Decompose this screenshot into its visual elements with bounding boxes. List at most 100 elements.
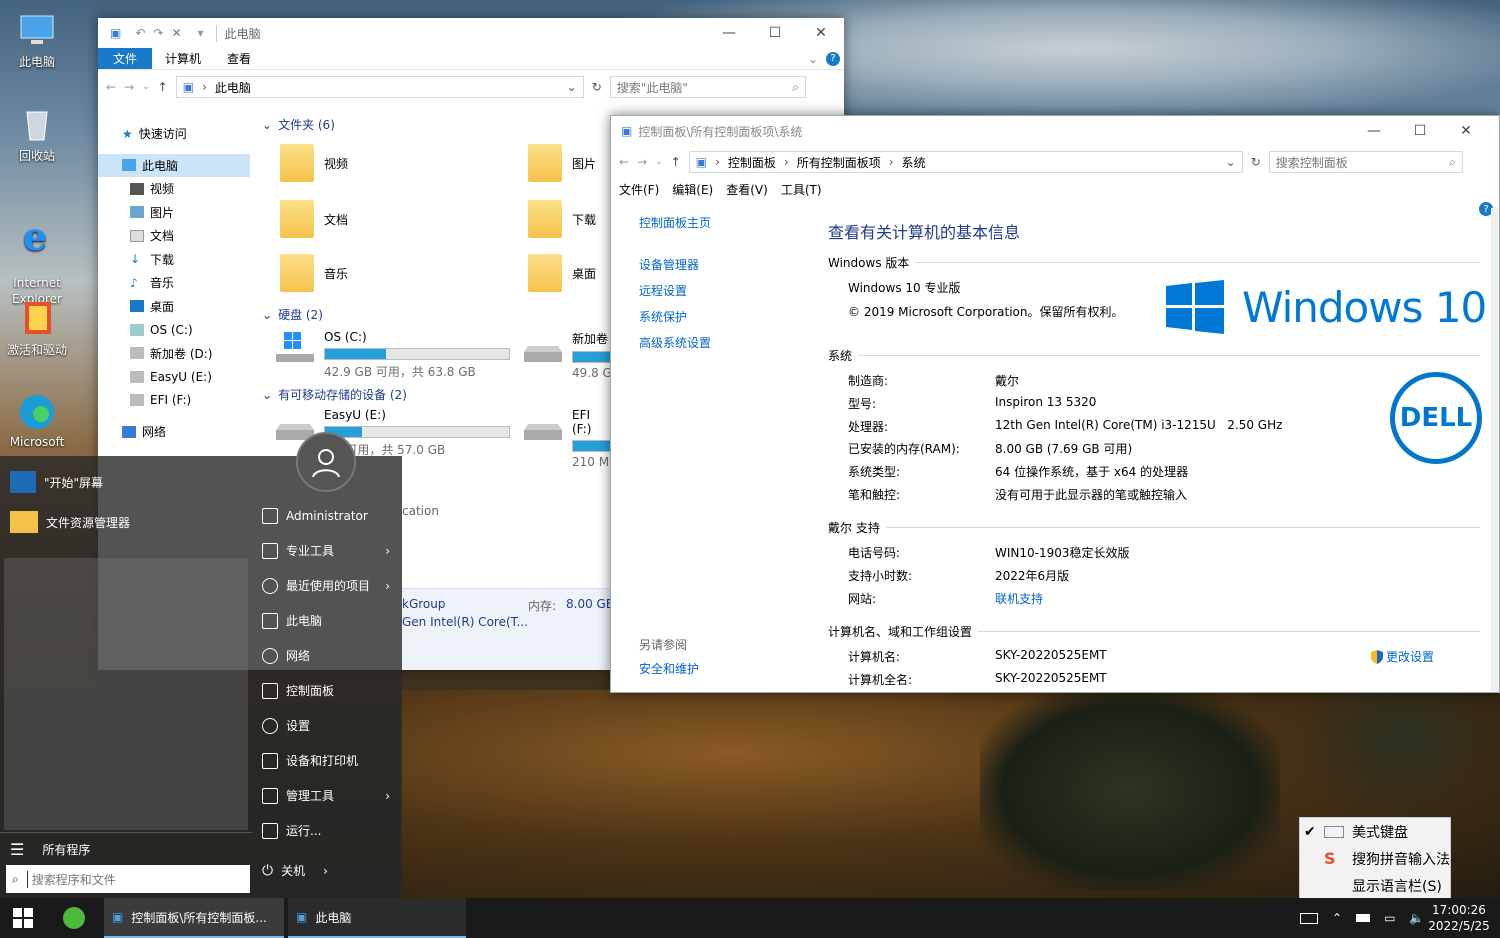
forward-icon[interactable]: → bbox=[124, 80, 134, 94]
nav-network[interactable]: 网络 bbox=[98, 420, 250, 444]
change-settings-link[interactable]: 更改设置 bbox=[1370, 648, 1434, 665]
forward-icon[interactable]: → bbox=[637, 155, 647, 169]
nav-item-drive-f[interactable]: EFI (F:) bbox=[98, 389, 250, 413]
delete-icon[interactable]: ✕ bbox=[171, 26, 181, 40]
link-cp-home[interactable]: 控制面板主页 bbox=[639, 214, 711, 231]
ime-item-language-bar[interactable]: 显示语言栏(S) bbox=[1300, 872, 1450, 899]
tab-view[interactable]: 查看 bbox=[214, 48, 264, 69]
redo-icon[interactable]: ↷ bbox=[153, 26, 163, 40]
nav-quick-access[interactable]: ★ 快速访问 bbox=[98, 122, 250, 146]
link-system-protection[interactable]: 系统保护 bbox=[639, 308, 711, 325]
tab-file[interactable]: 文件 bbox=[98, 48, 152, 69]
taskbar-360-icon[interactable] bbox=[58, 898, 90, 938]
start-item-recent[interactable]: 最近使用的项目 › bbox=[252, 568, 402, 603]
close-button[interactable]: ✕ bbox=[1443, 116, 1489, 146]
clock[interactable]: 17:00:26 2022/5/25 bbox=[1422, 898, 1496, 938]
group-folders[interactable]: ⌄ 文件夹 (6) bbox=[262, 116, 335, 133]
back-icon[interactable]: ← bbox=[619, 155, 629, 169]
drive-f[interactable]: EFI (F:) 210 M bbox=[522, 408, 612, 469]
refresh-icon[interactable]: ↻ bbox=[592, 80, 602, 94]
link-online-support[interactable]: 联机支持 bbox=[995, 590, 1043, 607]
up-icon[interactable]: ↑ bbox=[671, 155, 681, 169]
start-item-settings[interactable]: 设置 bbox=[252, 708, 402, 743]
folder-pictures[interactable]: 图片 bbox=[528, 144, 596, 182]
network-tray-icon[interactable]: ▭ bbox=[1384, 911, 1395, 925]
link-device-manager[interactable]: 设备管理器 bbox=[639, 256, 711, 273]
start-item-file-explorer[interactable]: 文件资源管理器 bbox=[0, 502, 252, 542]
group-disks[interactable]: ⌄ 硬盘 (2) bbox=[262, 306, 323, 323]
drive-d[interactable]: 新加卷 49.8 G bbox=[522, 330, 612, 380]
cp-address-bar[interactable]: ▣ › 控制面板 › 所有控制面板项 › 系统 ⌄ bbox=[688, 151, 1243, 173]
link-remote-settings[interactable]: 远程设置 bbox=[639, 282, 711, 299]
address-bar[interactable]: ▣ › 此电脑 ⌄ bbox=[175, 76, 584, 98]
desktop-icon-activate[interactable]: 激活和驱动 bbox=[4, 298, 70, 358]
start-item-admin-tools[interactable]: 管理工具 › bbox=[252, 778, 402, 813]
start-item-devices-printers[interactable]: 设备和打印机 bbox=[252, 743, 402, 778]
nav-item-drive-c[interactable]: OS (C:) bbox=[98, 318, 250, 342]
nav-this-pc[interactable]: 此电脑 bbox=[98, 153, 250, 177]
help-icon[interactable]: ? bbox=[826, 51, 840, 66]
link-security-maintenance[interactable]: 安全和维护 bbox=[639, 660, 699, 677]
start-item-run[interactable]: 运行... bbox=[252, 813, 402, 848]
breadcrumb-item[interactable]: 控制面板 bbox=[728, 154, 776, 171]
battery-icon[interactable] bbox=[1356, 914, 1371, 922]
start-item-this-pc[interactable]: 此电脑 bbox=[252, 603, 402, 638]
search-input[interactable]: 搜索"此电脑" ⌕ bbox=[609, 76, 806, 98]
close-button[interactable]: ✕ bbox=[798, 18, 844, 48]
nav-item-drive-e[interactable]: EasyU (E:) bbox=[98, 365, 250, 389]
menu-file[interactable]: 文件(F) bbox=[619, 181, 659, 198]
recent-dropdown-icon[interactable]: ⌄ bbox=[655, 157, 663, 167]
taskbar-control-panel[interactable]: ▣ 控制面板\所有控制面板... bbox=[104, 898, 284, 938]
breadcrumb-item[interactable]: 系统 bbox=[902, 154, 926, 171]
nav-item-documents[interactable]: 文档 bbox=[98, 224, 250, 248]
folder-music[interactable]: 音乐 bbox=[280, 254, 348, 292]
folder-desktop[interactable]: 桌面 bbox=[528, 254, 596, 292]
start-user-name[interactable]: Administrator bbox=[252, 498, 402, 533]
menu-edit[interactable]: 编辑(E) bbox=[672, 181, 713, 198]
undo-icon[interactable]: ↶ bbox=[135, 26, 145, 40]
user-avatar[interactable] bbox=[296, 432, 356, 492]
ribbon-expand-icon[interactable]: ⌄ bbox=[808, 52, 818, 66]
group-removable[interactable]: ⌄ 有可移动存储的设备 (2) bbox=[262, 386, 407, 403]
folder-documents[interactable]: 文档 bbox=[280, 200, 348, 238]
desktop-icon-recycle-bin[interactable]: 回收站 bbox=[4, 104, 70, 164]
minimize-button[interactable]: — bbox=[1351, 116, 1397, 146]
scrollbar[interactable] bbox=[1491, 208, 1499, 692]
start-item-pro-tools[interactable]: 专业工具 › bbox=[252, 533, 402, 568]
nav-item-pictures[interactable]: 图片 bbox=[98, 201, 250, 225]
all-programs-button[interactable]: ☰ 所有程序 bbox=[10, 840, 90, 859]
keyboard-icon[interactable] bbox=[1300, 912, 1318, 924]
ime-item-us-keyboard[interactable]: ✔ 美式键盘 bbox=[1300, 818, 1450, 845]
dropdown-icon[interactable]: ▾ bbox=[198, 26, 204, 40]
start-button[interactable] bbox=[0, 898, 46, 938]
nav-item-desktop[interactable]: 桌面 bbox=[98, 295, 250, 319]
tab-computer[interactable]: 计算机 bbox=[152, 48, 214, 69]
chevron-up-icon[interactable]: ⌃ bbox=[1332, 911, 1342, 925]
taskbar-this-pc[interactable]: ▣ 此电脑 bbox=[288, 898, 466, 938]
menu-tools[interactable]: 工具(T) bbox=[781, 181, 822, 198]
folder-videos[interactable]: 视频 bbox=[280, 144, 348, 182]
menu-view[interactable]: 查看(V) bbox=[726, 181, 768, 198]
link-advanced-settings[interactable]: 高级系统设置 bbox=[639, 334, 711, 351]
maximize-button[interactable]: ☐ bbox=[752, 18, 798, 48]
start-item-start-screen[interactable]: "开始"屏幕 bbox=[0, 462, 252, 502]
start-search-input[interactable]: ⌕ 搜索程序和文件 bbox=[6, 865, 250, 893]
folder-downloads[interactable]: 下载 bbox=[528, 200, 596, 238]
up-icon[interactable]: ↑ bbox=[158, 80, 168, 94]
chevron-down-icon[interactable]: ⌄ bbox=[1226, 155, 1236, 169]
start-item-network[interactable]: 网络 bbox=[252, 638, 402, 673]
refresh-icon[interactable]: ↻ bbox=[1251, 155, 1261, 169]
recent-dropdown-icon[interactable]: ⌄ bbox=[142, 82, 150, 92]
cp-search-input[interactable]: 搜索控制面板 ⌕ bbox=[1268, 151, 1463, 173]
desktop-icon-this-pc[interactable]: 此电脑 bbox=[4, 10, 70, 70]
nav-item-drive-d[interactable]: 新加卷 (D:) bbox=[98, 342, 250, 366]
breadcrumb-item[interactable]: 所有控制面板项 bbox=[797, 154, 881, 171]
nav-item-downloads[interactable]: ↓ 下载 bbox=[98, 248, 250, 272]
maximize-button[interactable]: ☐ bbox=[1397, 116, 1443, 146]
nav-item-music[interactable]: ♪ 音乐 bbox=[98, 271, 250, 295]
start-item-control-panel[interactable]: 控制面板 bbox=[252, 673, 402, 708]
minimize-button[interactable]: — bbox=[706, 18, 752, 48]
shutdown-button[interactable]: ⏻ 关机 › bbox=[252, 853, 402, 888]
ime-item-sogou[interactable]: S 搜狗拼音输入法 bbox=[1300, 845, 1450, 872]
chevron-down-icon[interactable]: ⌄ bbox=[567, 80, 577, 94]
